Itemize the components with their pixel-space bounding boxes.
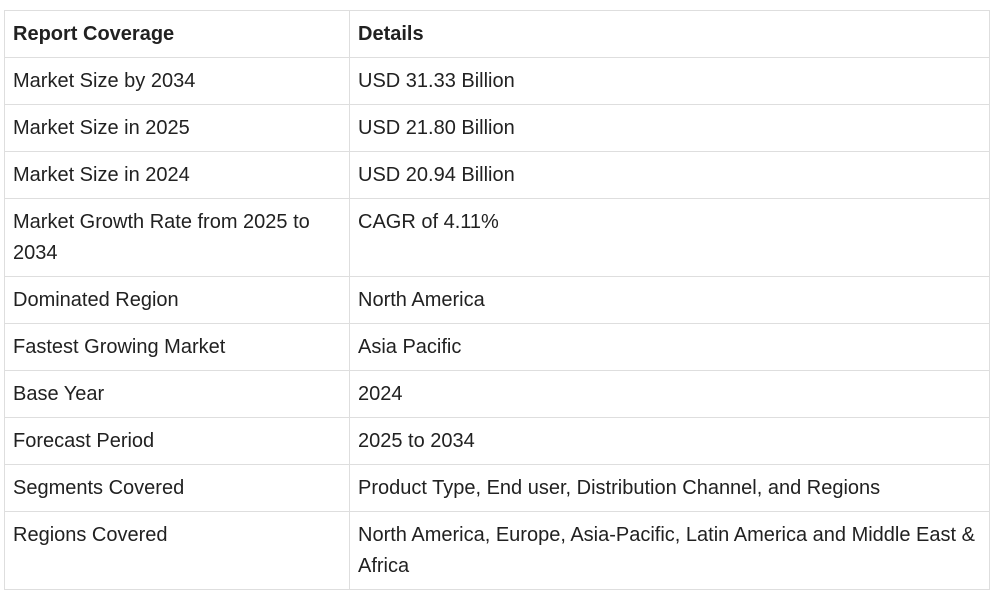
row-label: Dominated Region: [4, 276, 350, 324]
row-label: Market Size in 2024: [4, 151, 350, 199]
table-row: Regions Covered North America, Europe, A…: [4, 511, 990, 590]
row-value: North America: [349, 276, 990, 324]
row-value: North America, Europe, Asia-Pacific, Lat…: [349, 511, 990, 590]
table-header-row: Report Coverage Details: [4, 10, 990, 58]
row-label: Forecast Period: [4, 417, 350, 465]
table-row: Forecast Period 2025 to 2034: [4, 417, 990, 465]
table-row: Base Year 2024: [4, 370, 990, 418]
row-label: Market Growth Rate from 2025 to 2034: [4, 198, 350, 277]
row-value: Asia Pacific: [349, 323, 990, 371]
table-row: Dominated Region North America: [4, 276, 990, 324]
row-value: USD 31.33 Billion: [349, 57, 990, 105]
row-value: USD 20.94 Billion: [349, 151, 990, 199]
row-label: Base Year: [4, 370, 350, 418]
row-value: USD 21.80 Billion: [349, 104, 990, 152]
header-report-coverage: Report Coverage: [4, 10, 350, 58]
table-row: Segments Covered Product Type, End user,…: [4, 464, 990, 512]
row-value: CAGR of 4.11%: [349, 198, 990, 277]
table-row: Market Size in 2025 USD 21.80 Billion: [4, 104, 990, 152]
table-row: Market Size in 2024 USD 20.94 Billion: [4, 151, 990, 199]
row-value: 2025 to 2034: [349, 417, 990, 465]
row-value: Product Type, End user, Distribution Cha…: [349, 464, 990, 512]
table-row: Fastest Growing Market Asia Pacific: [4, 323, 990, 371]
row-label: Market Size in 2025: [4, 104, 350, 152]
row-label: Market Size by 2034: [4, 57, 350, 105]
report-coverage-table: Report Coverage Details Market Size by 2…: [4, 10, 990, 590]
table-row: Market Growth Rate from 2025 to 2034 CAG…: [4, 198, 990, 277]
row-label: Segments Covered: [4, 464, 350, 512]
row-label: Fastest Growing Market: [4, 323, 350, 371]
header-details: Details: [349, 10, 990, 58]
table-row: Market Size by 2034 USD 31.33 Billion: [4, 57, 990, 105]
row-value: 2024: [349, 370, 990, 418]
row-label: Regions Covered: [4, 511, 350, 590]
